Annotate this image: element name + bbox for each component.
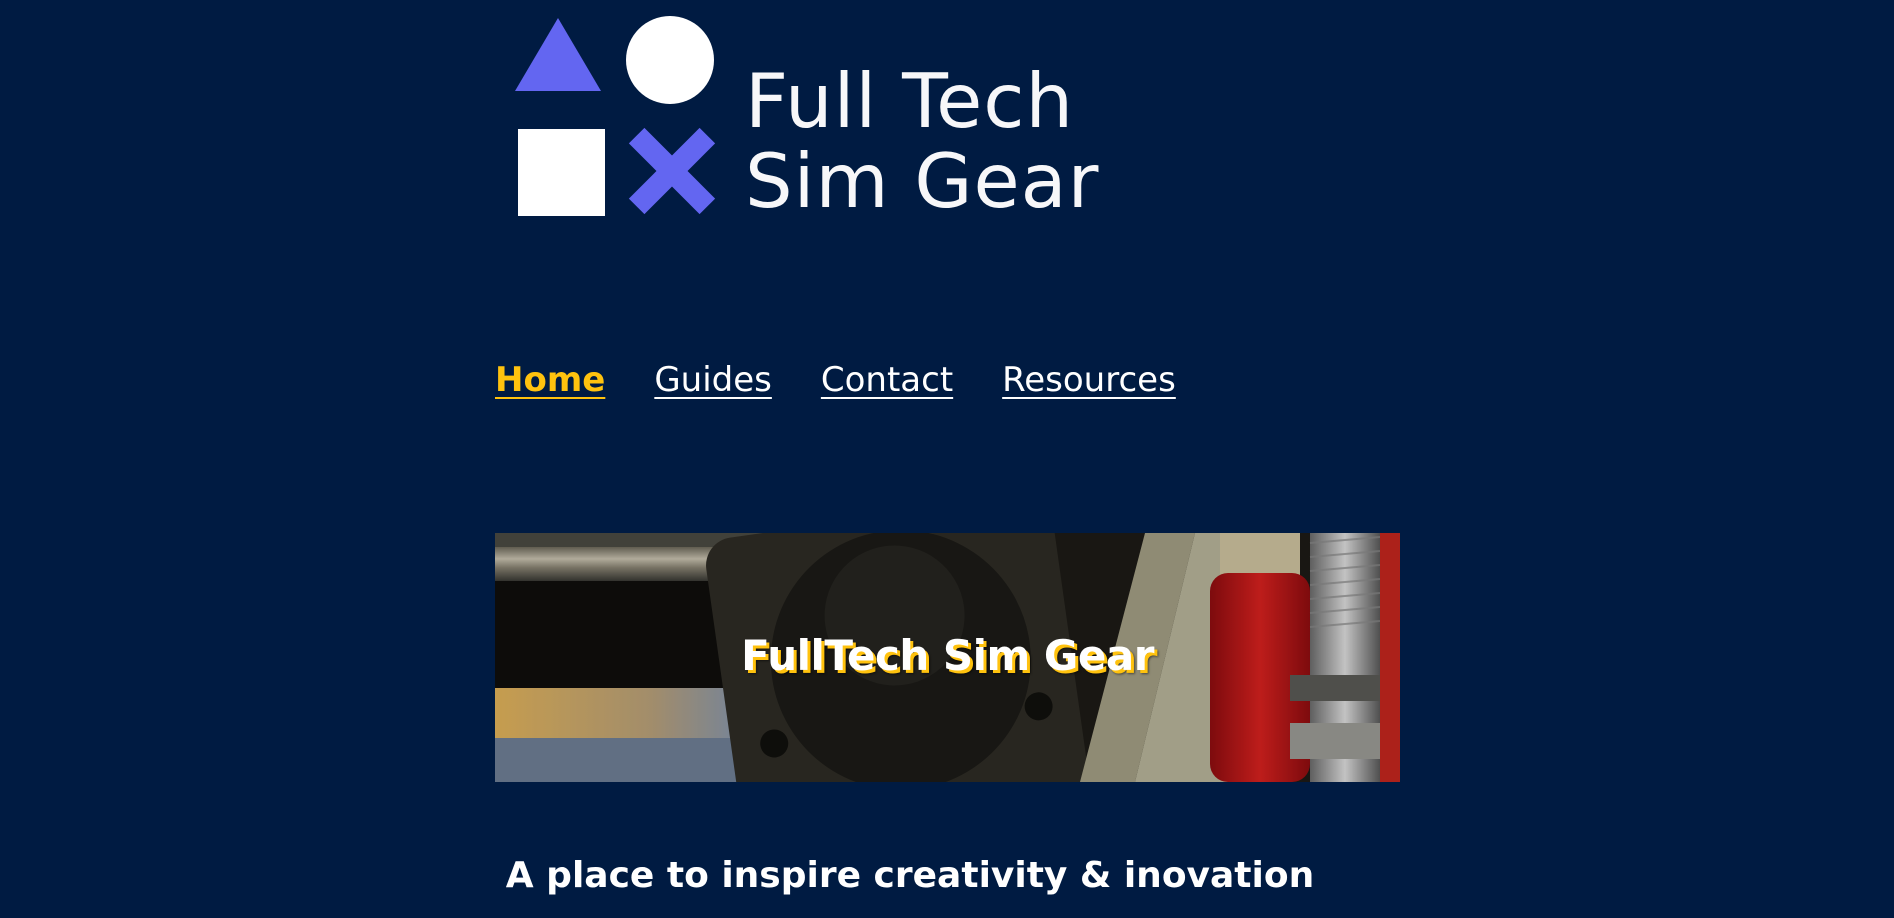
- logo-shapes: [515, 16, 716, 216]
- logo-line-2: Sim Gear: [745, 137, 1100, 225]
- triangle-icon: [515, 18, 601, 91]
- nav-contact-link[interactable]: Contact: [821, 360, 953, 400]
- hero-title: FullTech Sim Gear: [741, 631, 1154, 680]
- tagline: A place to inspire creativity & inovatio…: [505, 855, 1315, 896]
- nav-resources-link[interactable]: Resources: [1002, 360, 1176, 400]
- circle-icon: [626, 16, 714, 104]
- logo-line-1: Full Tech: [745, 57, 1075, 145]
- logo-wordmark: Full Tech Sim Gear: [745, 61, 1099, 221]
- square-icon: [518, 129, 605, 216]
- hero-banner: FullTech Sim Gear: [495, 533, 1400, 782]
- cross-icon: [628, 127, 716, 215]
- page: Full Tech Sim Gear Home Guides Contact R…: [0, 0, 1894, 918]
- nav-home-link[interactable]: Home: [495, 360, 605, 400]
- nav-guides-link[interactable]: Guides: [654, 360, 772, 400]
- site-logo[interactable]: Full Tech Sim Gear: [515, 14, 1098, 221]
- main-nav: Home Guides Contact Resources: [495, 360, 1176, 400]
